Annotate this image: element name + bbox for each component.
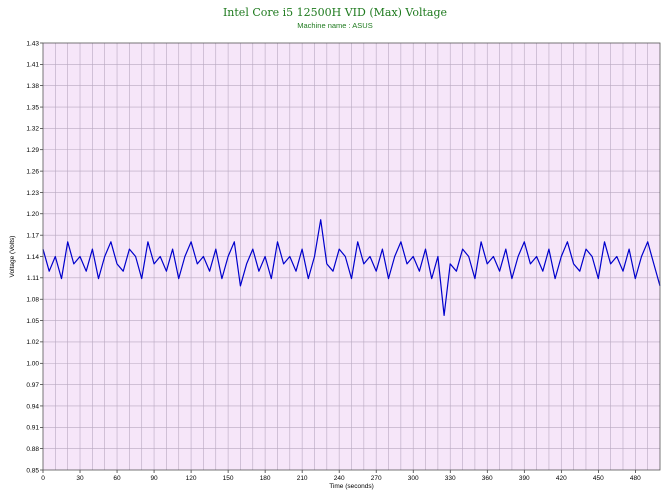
y-tick-label: 1.38	[26, 83, 39, 90]
y-tick-label: 1.29	[26, 147, 39, 154]
y-tick-label: 1.35	[26, 104, 39, 111]
y-tick-label: 0.94	[26, 403, 39, 410]
y-tick-label: 1.43	[26, 40, 39, 47]
x-tick-label: 480	[630, 475, 641, 482]
x-tick-label: 330	[445, 475, 456, 482]
y-tick-label: 0.97	[26, 382, 39, 389]
y-tick-label: 0.91	[26, 425, 39, 432]
x-axis-label: Time (seconds)	[329, 483, 374, 490]
x-tick-label: 0	[41, 475, 45, 482]
x-tick-label: 150	[223, 475, 234, 482]
y-tick-label: 1.02	[26, 339, 39, 346]
y-tick-label: 1.08	[26, 297, 39, 304]
x-tick-labels: 0 30 60 90 120 150 180 210 240 270 300 330 360 390 420…	[41, 475, 641, 482]
y-tick-label: 1.26	[26, 168, 39, 175]
y-tick-label: 1.20	[26, 211, 39, 218]
y-axis-label: Voltage (Volts)	[9, 236, 16, 278]
x-tick-label: 180	[260, 475, 271, 482]
x-tick-label: 30	[76, 475, 84, 482]
y-tick-label: 1.17	[26, 232, 39, 239]
x-tick-label: 450	[593, 475, 604, 482]
x-tick-label: 390	[519, 475, 530, 482]
x-tick-label: 210	[297, 475, 308, 482]
y-tick-label: 1.11	[27, 275, 40, 282]
x-tick-label: 60	[113, 475, 121, 482]
y-tick-label: 1.14	[26, 254, 39, 261]
y-tick-label: 1.32	[26, 126, 39, 133]
y-tick-label: 1.05	[26, 318, 39, 325]
x-tick-label: 270	[371, 475, 382, 482]
x-tick-label: 360	[482, 475, 493, 482]
y-tick-label: 1.23	[26, 190, 39, 197]
x-tick-label: 120	[186, 475, 197, 482]
y-tick-label: 1.00	[26, 361, 39, 368]
x-tick-label: 300	[408, 475, 419, 482]
y-tick-label: 0.85	[26, 467, 39, 474]
chart-canvas: 0.85 0.88 0.91 0.94 0.97 1.00 1.02 1.05 1.08 1.11…	[9, 40, 661, 490]
y-tick-label: 1.41	[26, 62, 39, 69]
y-tick-label: 0.88	[26, 446, 39, 453]
x-tick-label: 90	[150, 475, 158, 482]
y-tick-labels: 0.85 0.88 0.91 0.94 0.97 1.00 1.02 1.05 1.08 1.11…	[26, 40, 39, 474]
x-tick-label: 240	[334, 475, 345, 482]
x-tick-label: 420	[556, 475, 567, 482]
